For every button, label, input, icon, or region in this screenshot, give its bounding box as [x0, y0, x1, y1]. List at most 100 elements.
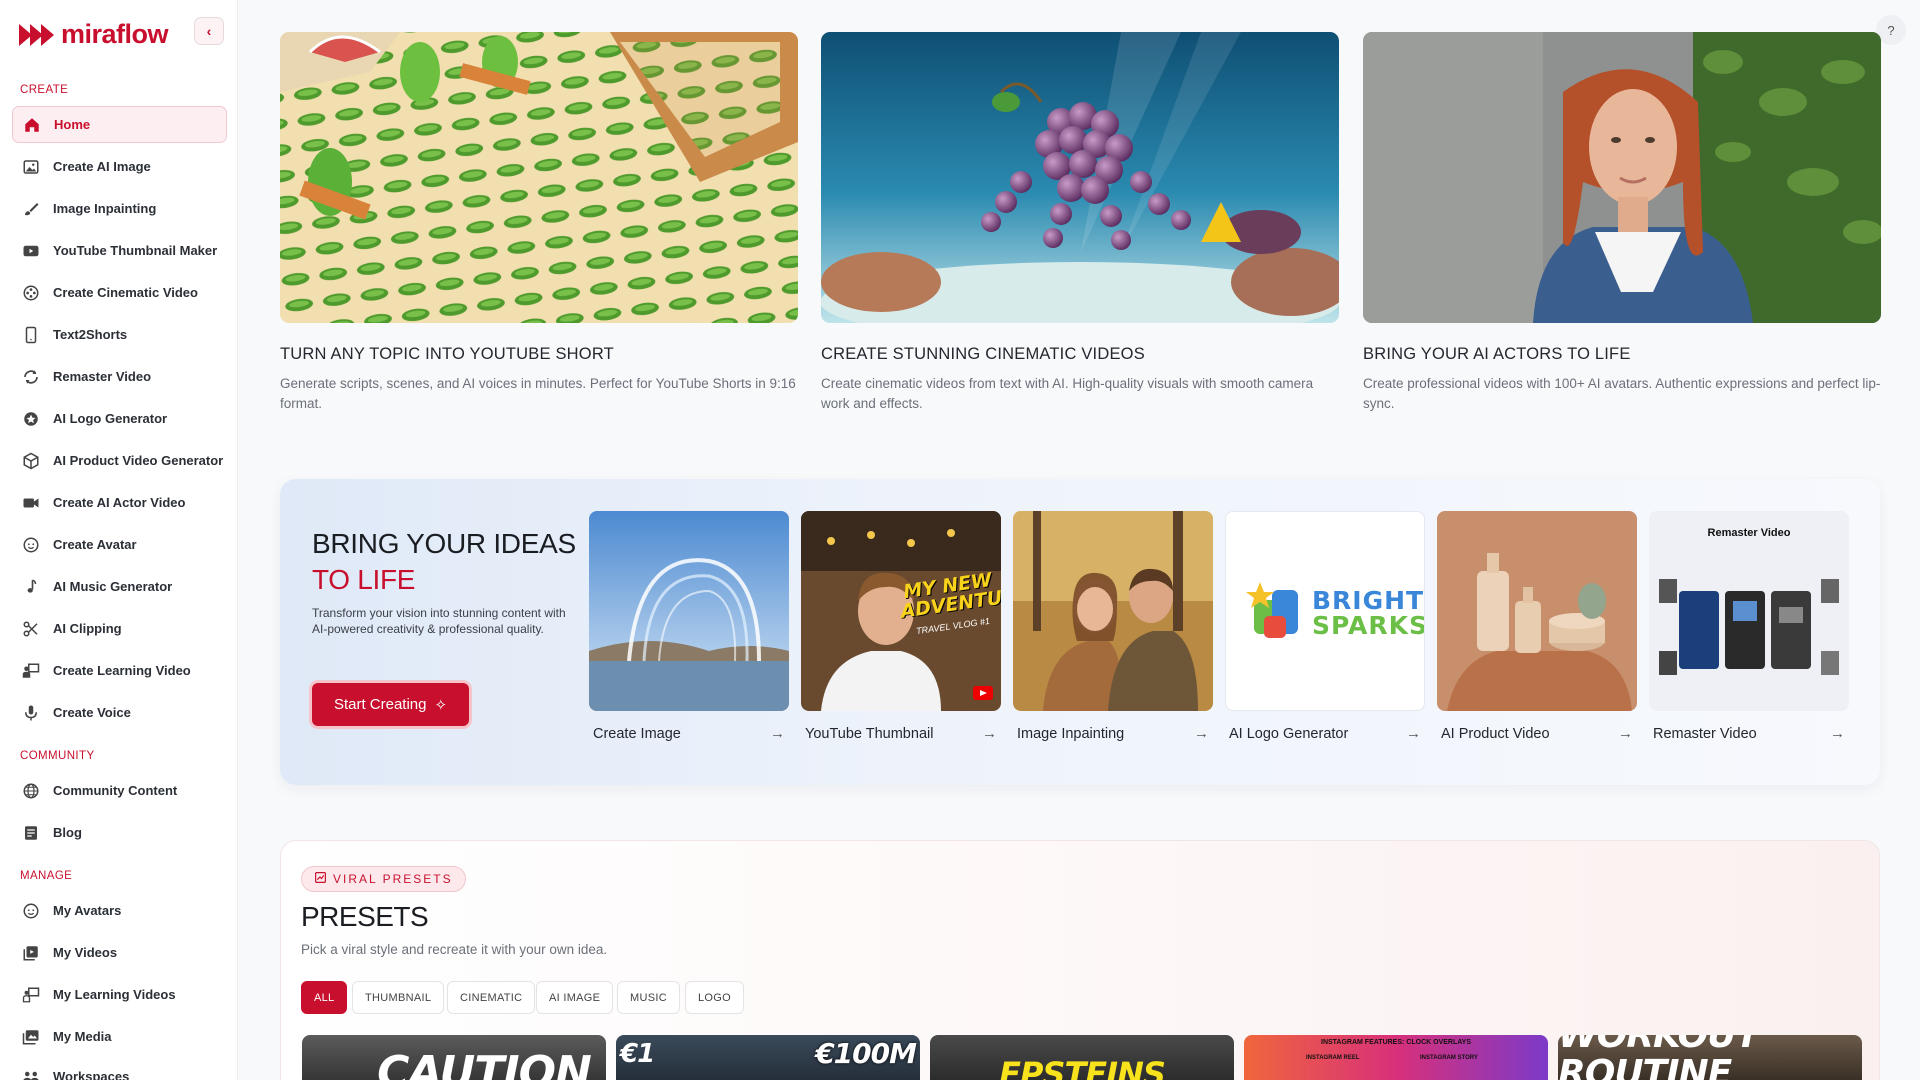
globe-icon — [21, 781, 41, 801]
presets-subtitle: Pick a viral style and recreate it with … — [301, 942, 608, 957]
filter-music[interactable]: MUSIC — [617, 981, 680, 1014]
sidebar-item-remaster-video[interactable]: Remaster Video — [12, 358, 227, 395]
sidebar-item-create-voice[interactable]: Create Voice — [12, 694, 227, 731]
filter-thumbnail[interactable]: THUMBNAIL — [352, 981, 445, 1014]
sidebar-item-ai-music-generator[interactable]: AI Music Generator — [12, 568, 227, 605]
sidebar-item-my-avatars[interactable]: My Avatars — [12, 892, 227, 929]
sidebar-item-label: Text2Shorts — [53, 327, 128, 342]
preset-thumb-text-secondary: INSTAGRAM REEL — [1306, 1055, 1360, 1061]
tool-card-image-inpainting[interactable]: Image Inpainting → — [1013, 511, 1213, 742]
face-icon — [21, 535, 41, 555]
hero-title: TURN ANY TOPIC INTO YOUTUBE SHORT — [280, 345, 614, 363]
trending-image-icon — [314, 871, 327, 887]
ideas-title-line1: BRING YOUR IDEAS — [312, 528, 576, 559]
sidebar-item-create-cinematic-video[interactable]: Create Cinematic Video — [12, 274, 227, 311]
music-note-icon — [21, 577, 41, 597]
sidebar-item-my-videos[interactable]: My Videos — [12, 934, 227, 971]
sidebar-item-ai-clipping[interactable]: AI Clipping — [12, 610, 227, 647]
blog-icon — [21, 823, 41, 843]
sidebar-item-ai-product-video-generator[interactable]: AI Product Video Generator — [12, 442, 227, 479]
filter-all[interactable]: ALL — [301, 981, 348, 1014]
preset-thumb-workout[interactable]: WORKOUT ROUTINE — [1558, 1035, 1862, 1080]
hero-card-cinematic-videos[interactable]: CREATE STUNNING CINEMATIC VIDEOS Create … — [821, 32, 1339, 414]
arrow-right-icon: → — [770, 725, 785, 742]
tool-card-remaster-video[interactable]: Remaster Video Remaster Video → — [1649, 511, 1849, 742]
brand-name: miraflow — [61, 19, 169, 49]
sidebar-item-create-avatar[interactable]: Create Avatar — [12, 526, 227, 563]
sidebar-item-my-learning-videos[interactable]: My Learning Videos — [12, 976, 227, 1013]
collapse-sidebar-button[interactable]: ‹ — [194, 17, 224, 45]
preset-thumb-100m[interactable]: €1 €100M — [616, 1035, 920, 1080]
tool-image-bright-sparks-logo: BRIGHT SPARKS — [1225, 511, 1425, 711]
tool-image-remaster-collage: Remaster Video — [1649, 511, 1849, 711]
sidebar-item-label: AI Music Generator — [53, 579, 173, 594]
sidebar-item-create-ai-actor-video[interactable]: Create AI Actor Video — [12, 484, 227, 521]
sidebar-item-label: Remaster Video — [53, 369, 152, 384]
sidebar: miraflow ‹ CREATE Home Create AI Image I… — [0, 0, 238, 1080]
tool-label: Remaster Video — [1653, 725, 1757, 742]
start-creating-button[interactable]: Start Creating ✧ — [312, 683, 469, 726]
section-label-community: COMMUNITY — [20, 750, 95, 762]
phone-icon — [21, 325, 41, 345]
sidebar-item-youtube-thumbnail-maker[interactable]: YouTube Thumbnail Maker — [12, 232, 227, 269]
hero-title: BRING YOUR AI ACTORS TO LIFE — [1363, 345, 1631, 363]
tool-image-couple-park — [1013, 511, 1213, 711]
preset-thumb-instagram[interactable]: INSTAGRAM FEATURES: CLOCK OVERLAYS INSTA… — [1244, 1035, 1548, 1080]
sparkle-icon: ✧ — [434, 696, 448, 714]
sidebar-item-my-media[interactable]: My Media — [12, 1018, 227, 1055]
sidebar-item-blog[interactable]: Blog — [12, 814, 227, 851]
sidebar-item-label: Create AI Actor Video — [53, 495, 186, 510]
filter-logo[interactable]: LOGO — [685, 981, 744, 1014]
tool-label: AI Product Video — [1441, 725, 1550, 742]
preset-thumb-epsteins[interactable]: EPSTEINS — [930, 1035, 1234, 1080]
microphone-icon — [21, 703, 41, 723]
sidebar-item-community-content[interactable]: Community Content — [12, 772, 227, 809]
sidebar-item-create-learning-video[interactable]: Create Learning Video — [12, 652, 227, 689]
star-badge-icon — [21, 409, 41, 429]
filter-cinematic[interactable]: CINEMATIC — [447, 981, 536, 1014]
sidebar-item-label: Create AI Image — [53, 159, 151, 174]
tool-label-row: AI Logo Generator → — [1225, 725, 1425, 742]
sidebar-item-label: My Learning Videos — [53, 987, 176, 1002]
preset-thumb-text-secondary: €1 — [620, 1039, 655, 1069]
hero-card-ai-actors[interactable]: BRING YOUR AI ACTORS TO LIFE Create prof… — [1363, 32, 1881, 414]
hero-card-youtube-short[interactable]: TURN ANY TOPIC INTO YOUTUBE SHORT Genera… — [280, 32, 798, 414]
sidebar-item-workspaces[interactable]: Workspaces — [12, 1058, 227, 1080]
tool-label: Create Image — [593, 725, 681, 742]
ideas-title-line2: TO LIFE — [312, 564, 416, 595]
learning-icon — [21, 985, 41, 1005]
box-icon — [21, 451, 41, 471]
youtube-icon — [21, 241, 41, 261]
sidebar-item-text2shorts[interactable]: Text2Shorts — [12, 316, 227, 353]
tool-image-water-arch — [589, 511, 789, 711]
tool-card-create-image[interactable]: Create Image → — [589, 511, 789, 742]
tool-label-row: Image Inpainting → — [1013, 725, 1213, 742]
ideas-title: BRING YOUR IDEAS TO LIFE — [312, 526, 576, 598]
tool-image-skincare-products — [1437, 511, 1637, 711]
refresh-icon — [21, 367, 41, 387]
brush-icon — [21, 199, 41, 219]
video-camera-icon — [21, 493, 41, 513]
brand-logo[interactable]: miraflow — [19, 19, 169, 50]
image-icon — [21, 157, 41, 177]
scissors-icon — [21, 619, 41, 639]
sidebar-item-label: Create Avatar — [53, 537, 137, 552]
preset-thumb-text: EPSTEINS — [999, 1055, 1166, 1080]
tool-label: YouTube Thumbnail — [805, 725, 934, 742]
sidebar-item-ai-logo-generator[interactable]: AI Logo Generator — [12, 400, 227, 437]
media-icon — [21, 1027, 41, 1047]
sidebar-item-create-ai-image[interactable]: Create AI Image — [12, 148, 227, 185]
preset-thumb-caution[interactable]: CAUTION — [302, 1035, 606, 1080]
sidebar-item-image-inpainting[interactable]: Image Inpainting — [12, 190, 227, 227]
filter-ai-image[interactable]: AI IMAGE — [536, 981, 614, 1014]
tool-label: Image Inpainting — [1017, 725, 1125, 742]
tool-card-ai-product-video[interactable]: AI Product Video → — [1437, 511, 1637, 742]
miraflow-logo-icon — [19, 23, 54, 46]
sidebar-item-label: AI Logo Generator — [53, 411, 168, 426]
arrow-right-icon: → — [1618, 725, 1633, 742]
tool-card-youtube-thumbnail[interactable]: MY NEW ADVENTURE! TRAVEL VLOG #1 YouTube… — [801, 511, 1001, 742]
sidebar-item-home[interactable]: Home — [12, 106, 227, 143]
home-icon — [22, 115, 42, 135]
sidebar-item-label: Image Inpainting — [53, 201, 157, 216]
tool-card-ai-logo-generator[interactable]: BRIGHT SPARKS AI Logo Generator → — [1225, 511, 1425, 742]
